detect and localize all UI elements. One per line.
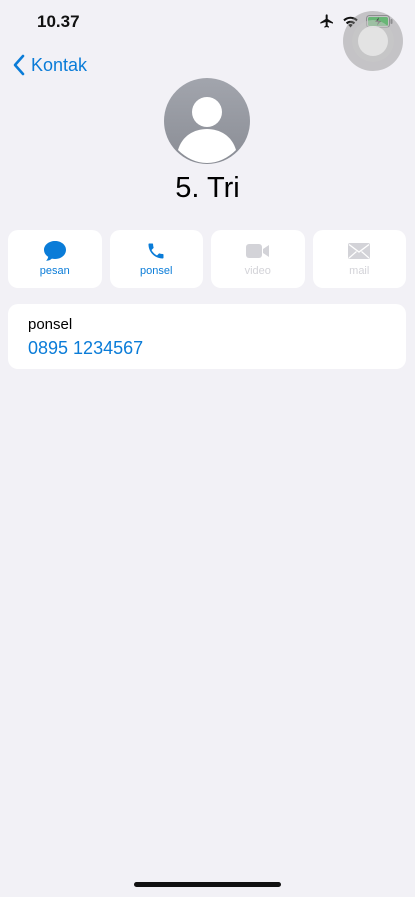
video-button-label: video: [244, 265, 271, 277]
call-button-label: ponsel: [140, 265, 173, 277]
assistive-touch-button[interactable]: [343, 11, 403, 71]
video-camera-icon: [245, 240, 271, 262]
phone-number-link[interactable]: 0895 1234567: [28, 338, 386, 359]
video-button[interactable]: video: [211, 230, 305, 288]
back-button[interactable]: Kontak: [12, 54, 87, 76]
back-button-label: Kontak: [31, 54, 88, 75]
mail-button[interactable]: mail: [312, 230, 406, 288]
home-indicator[interactable]: [134, 882, 281, 887]
assistive-touch-ring: [352, 20, 394, 62]
avatar: [164, 78, 250, 164]
message-button[interactable]: pesan: [8, 230, 102, 288]
assistive-touch-center: [358, 26, 388, 56]
status-time: 10.37: [37, 12, 80, 31]
person-silhouette-icon: [178, 97, 236, 163]
call-button[interactable]: ponsel: [109, 230, 203, 288]
phone-card[interactable]: ponsel 0895 1234567: [8, 304, 406, 369]
phone-label: ponsel: [28, 316, 73, 333]
action-buttons: pesan ponsel video mail: [8, 230, 406, 288]
message-bubble-icon: [43, 240, 67, 262]
envelope-icon: [347, 240, 371, 262]
mail-button-label: mail: [349, 265, 370, 277]
phone-icon: [146, 240, 166, 262]
message-button-label: pesan: [39, 265, 70, 277]
chevron-left-icon: [13, 54, 25, 76]
airplane-icon: [320, 14, 333, 28]
contact-name: 5. Tri: [175, 172, 240, 204]
